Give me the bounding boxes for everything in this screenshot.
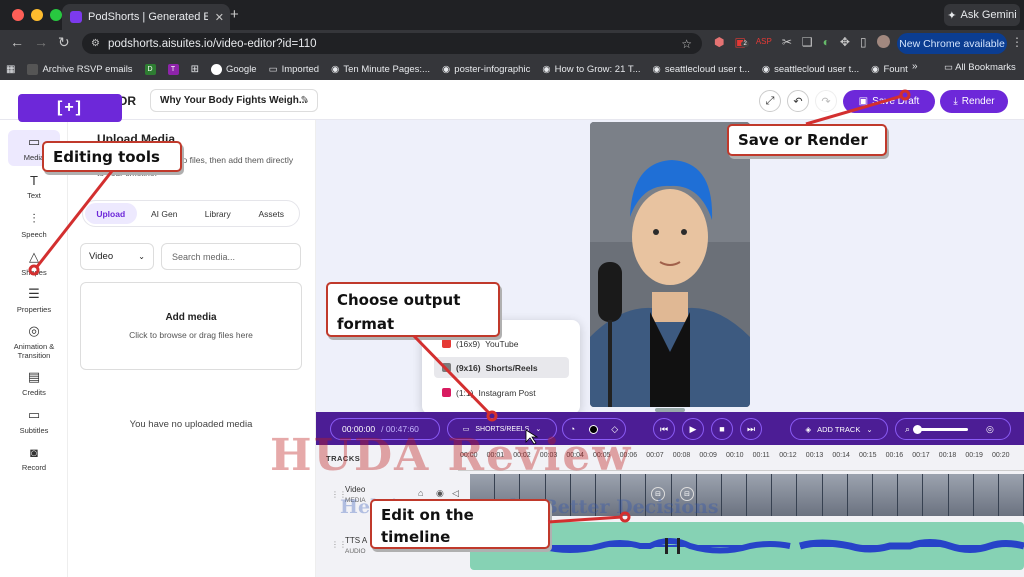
mouse-cursor-icon — [525, 429, 539, 445]
annotation-arrows — [28, 89, 911, 524]
